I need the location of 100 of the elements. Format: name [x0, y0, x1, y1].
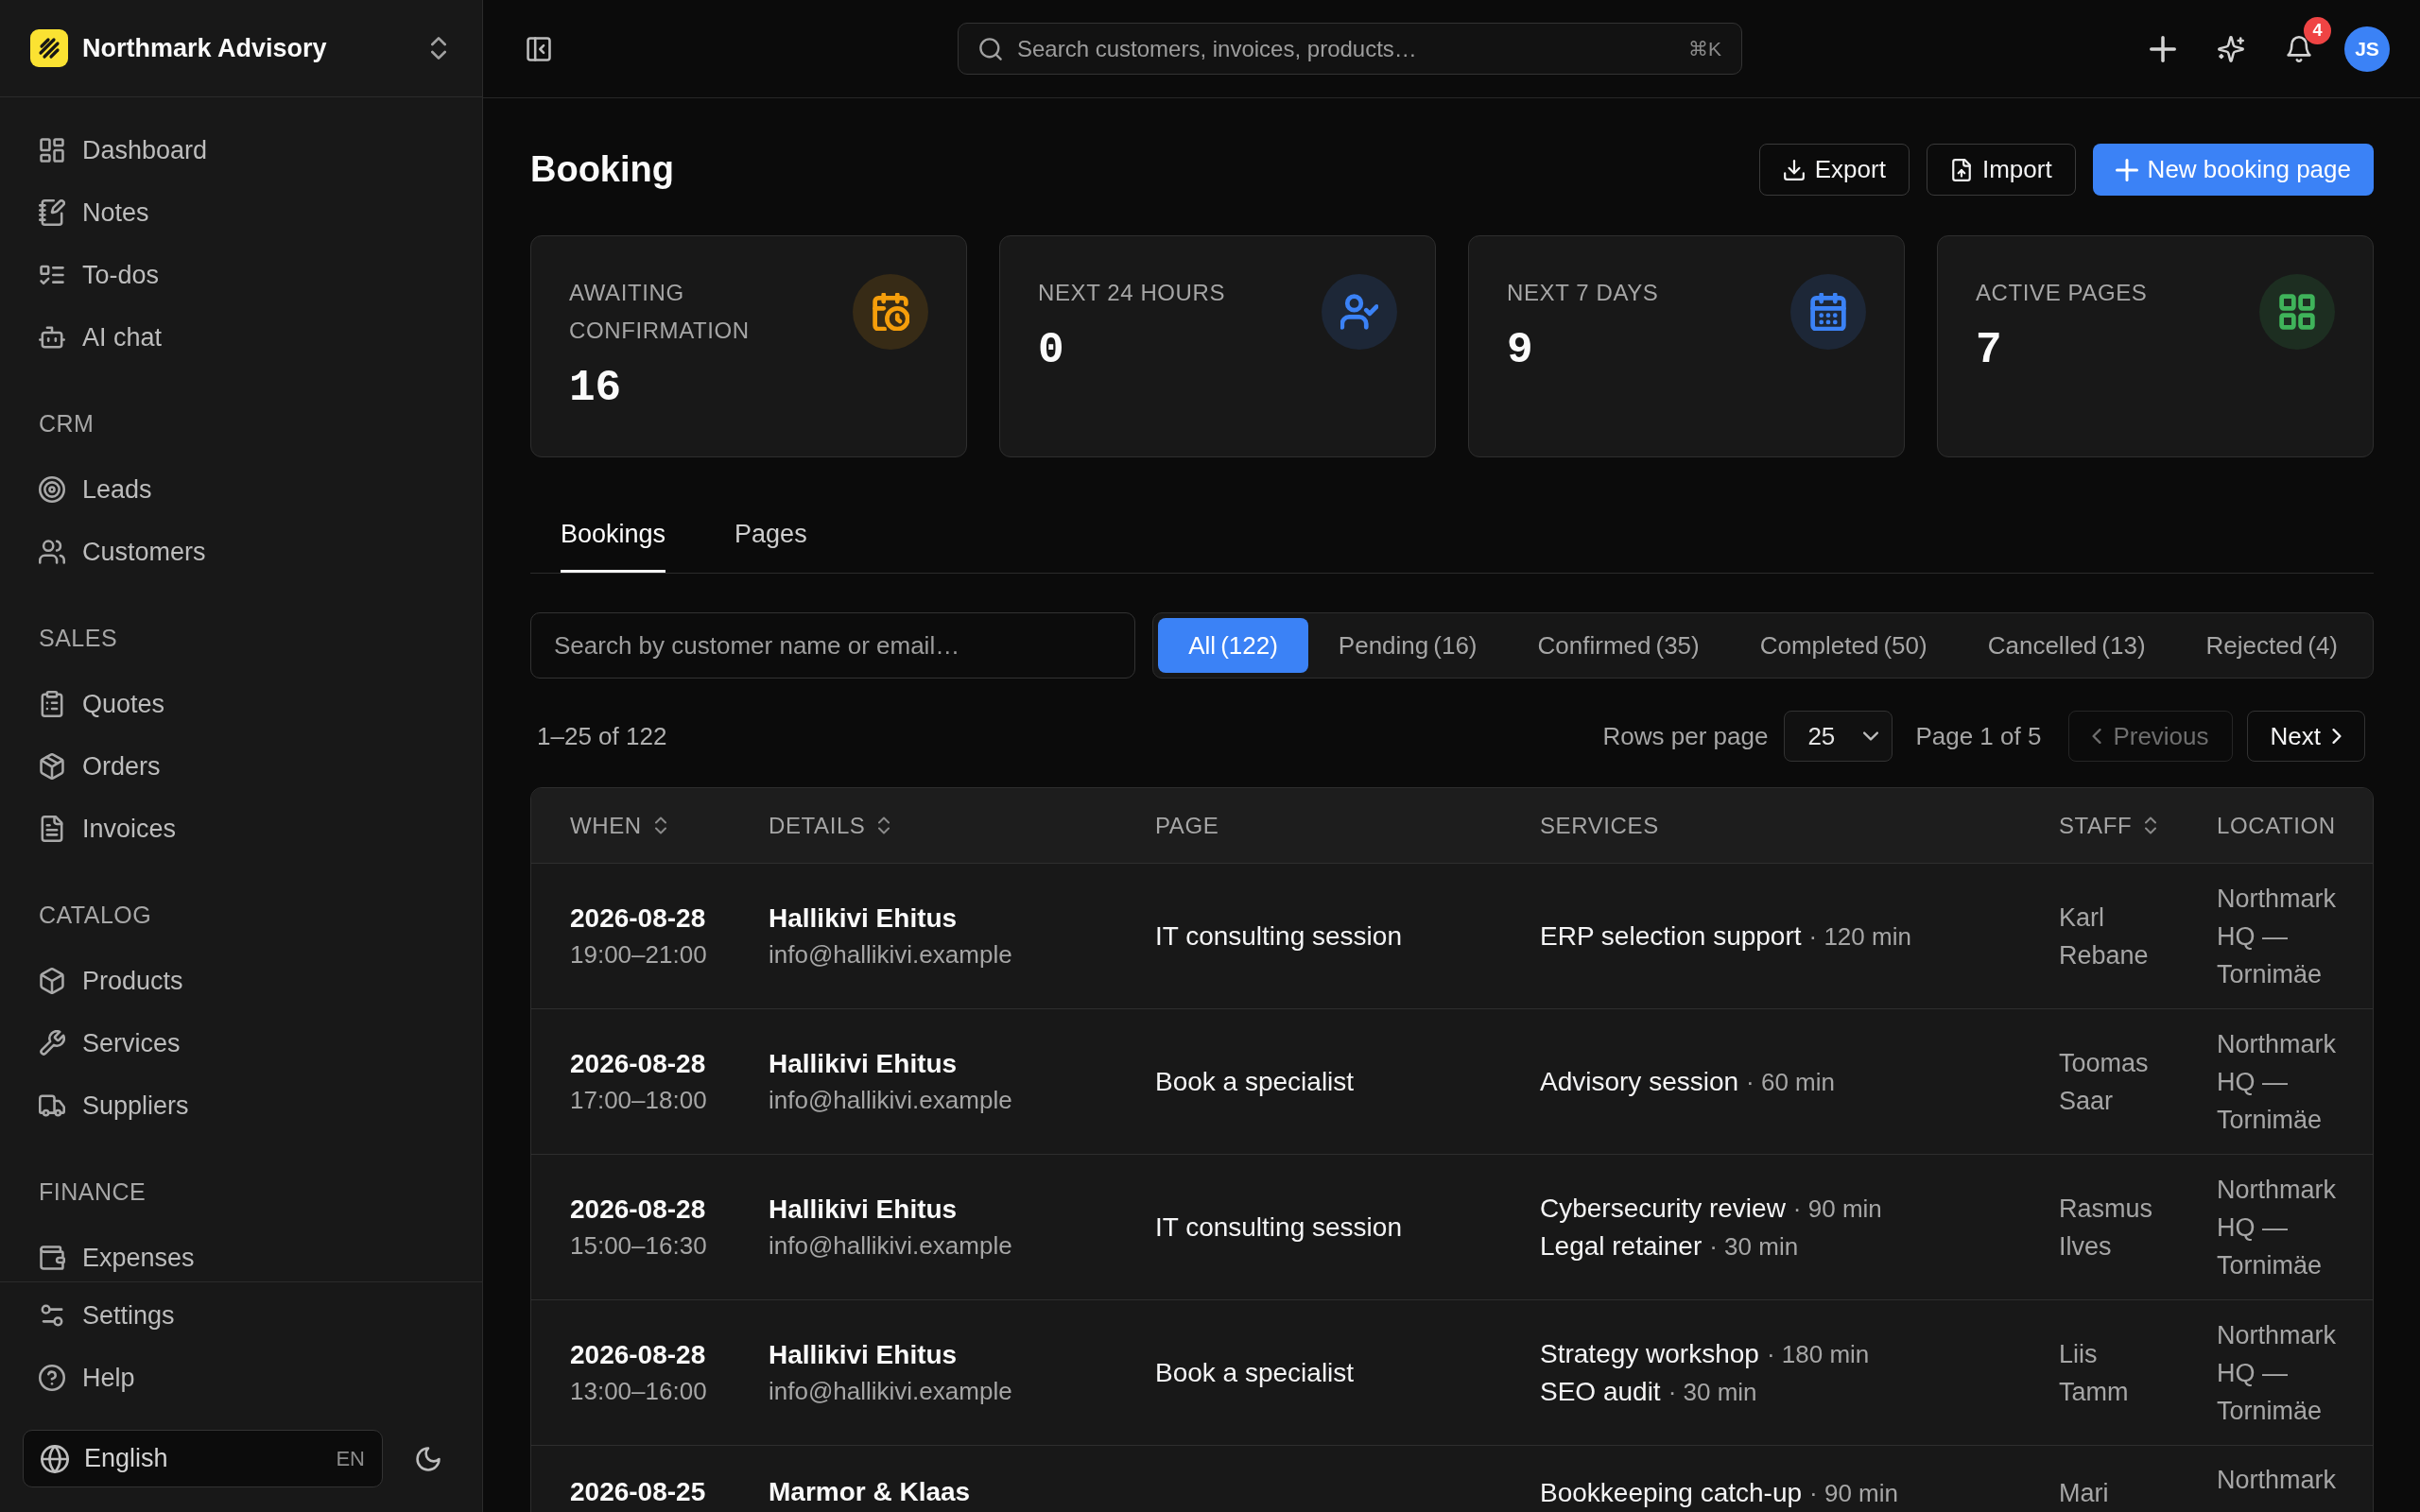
customer-search-field[interactable]: Search by customer name or email… [530, 612, 1136, 679]
target-icon [39, 476, 65, 503]
staff-name: Karl Rebane [2059, 902, 2150, 971]
sidebar-item[interactable]: Customers [15, 528, 467, 576]
import-button[interactable]: Import [1926, 144, 2076, 196]
sidebar-item[interactable]: Help [15, 1354, 467, 1401]
booking-page-name: IT consulting session [1155, 919, 1402, 953]
status-filter-tab[interactable]: Confirmed (35) [1507, 618, 1730, 673]
export-button[interactable]: Export [1758, 144, 1910, 196]
sidebar-item[interactable]: Services [15, 1020, 467, 1067]
booking-time: 15:00–16:30 [570, 1229, 707, 1262]
next-button[interactable]: Next [2246, 711, 2365, 762]
status-filter-tab[interactable]: Completed (50) [1729, 618, 1958, 673]
location-text: Northmark [2217, 1465, 2337, 1496]
status-filter-tab[interactable]: Pending (16) [1307, 618, 1508, 673]
sidebar-item[interactable]: Quotes [15, 680, 467, 728]
booking-date: 2026-08-28 [570, 1193, 706, 1226]
search-icon [978, 37, 1003, 61]
service-name: SEO audit [1540, 1375, 1661, 1408]
staff-name: Rasmus Ilves [2059, 1193, 2154, 1263]
stat-label: NEXT 24 HOURS [1038, 279, 1226, 307]
stat-label: ACTIVE PAGES [1976, 279, 2148, 307]
plus-icon [2115, 158, 2138, 181]
staff-name: Toomas Saar [2059, 1047, 2150, 1117]
users-icon [39, 539, 65, 565]
page-indicator: Page 1 of 5 [1915, 721, 2042, 751]
chevron-right-icon [2332, 729, 2342, 744]
sidebar-item[interactable]: Suppliers [15, 1082, 467, 1129]
page-title: Booking [530, 149, 674, 190]
rows-per-page-select[interactable]: 25 [1784, 711, 1893, 762]
language-select[interactable]: English EN [23, 1430, 383, 1487]
staff-name: Mari [2059, 1478, 2109, 1509]
stat-value: 0 [1038, 325, 1064, 377]
sidebar-item[interactable]: Leads [15, 466, 467, 513]
service-name: ERP selection support [1540, 919, 1802, 953]
customer-name: Hallikivi Ehitus [769, 1338, 958, 1371]
sidebar-item[interactable]: AI chat [15, 314, 467, 361]
stat-label: NEXT 7 DAYS [1507, 279, 1659, 307]
customer-name: Hallikivi Ehitus [769, 1047, 958, 1080]
service-duration: · 30 min [1668, 1376, 1757, 1408]
results-count: 1–25 of 122 [537, 721, 668, 751]
user-avatar[interactable]: JS [2344, 26, 2390, 72]
sidebar-item[interactable]: Orders [15, 743, 467, 790]
sidebar-panel-icon [526, 35, 552, 62]
booking-time: 13:00–16:00 [570, 1375, 707, 1407]
service-name: Advisory session [1540, 1065, 1739, 1098]
robot-icon [39, 324, 65, 351]
service-name: Bookkeeping catch-up [1540, 1477, 1803, 1509]
location-text: Northmark HQ — Tornimäe [2217, 1174, 2338, 1281]
column-header[interactable]: WHEN [570, 812, 666, 839]
service-duration: · 90 min [1809, 1478, 1898, 1509]
stat-value: 7 [1976, 325, 2002, 377]
booking-date: 2026-08-28 [570, 902, 706, 935]
sidebar-item[interactable]: Products [15, 957, 467, 1005]
location-text: Northmark HQ — Tornimäe [2217, 1319, 2338, 1427]
status-filter-tab[interactable]: All (122) [1158, 618, 1308, 673]
sidebar-item[interactable]: Notes [15, 189, 467, 236]
booking-page-name: IT consulting session [1155, 1211, 1402, 1244]
sort-icon [2145, 816, 2157, 834]
shortcut-hint: ⌘K [1688, 37, 1721, 60]
column-header[interactable]: STAFF [2059, 812, 2157, 839]
workspace-switcher[interactable]: Northmark Advisory [0, 0, 482, 97]
sidebar-item[interactable]: Expenses [15, 1234, 467, 1281]
chevron-down-icon [1863, 731, 1879, 741]
moon-icon [415, 1445, 441, 1472]
sidebar-item[interactable]: Invoices [15, 805, 467, 852]
section-heading: FINANCE [38, 1177, 147, 1207]
staff-name: Liis Tamm [2059, 1338, 2130, 1408]
status-filter-tab[interactable]: Rejected (4) [2175, 618, 2368, 673]
column-header: SERVICES [1540, 812, 1659, 839]
plus-icon [2150, 35, 2176, 62]
new-booking-page-button[interactable]: New booking page [2092, 144, 2374, 196]
service-duration: · 120 min [1808, 920, 1911, 953]
service-name: Strategy workshop [1540, 1337, 1759, 1370]
column-header[interactable]: DETAILS [769, 812, 890, 839]
sidebar-item[interactable]: Settings [15, 1292, 467, 1339]
sparkles-icon [2218, 35, 2244, 62]
customer-email: info@hallikivi.example [769, 938, 1012, 971]
wallet-icon [39, 1245, 65, 1271]
help-icon [39, 1365, 65, 1391]
booking-date: 2026-08-28 [570, 1047, 706, 1080]
tab[interactable]: Bookings [561, 508, 666, 573]
chevrons-up-down-icon [431, 36, 446, 60]
customer-name: Marmor & Klaas [769, 1476, 971, 1508]
truck-icon [39, 1092, 65, 1119]
customer-name: Hallikivi Ehitus [769, 1193, 958, 1226]
column-header: PAGE [1155, 812, 1219, 839]
status-filter-tab[interactable]: Cancelled (13) [1957, 618, 2176, 673]
customer-email: info@hallikivi.example [769, 1084, 1012, 1116]
service-duration: · 60 min [1746, 1066, 1835, 1098]
service-duration: · 180 min [1766, 1338, 1870, 1370]
sidebar-item[interactable]: Dashboard [15, 127, 467, 174]
package-icon [39, 753, 65, 780]
rows-per-page-label: Rows per page [1602, 721, 1769, 751]
service-name: Cybersecurity review [1540, 1192, 1786, 1225]
section-heading: CATALOG [38, 901, 153, 930]
document-icon [39, 816, 65, 842]
sidebar-item[interactable]: To-dos [15, 251, 467, 299]
tab[interactable]: Pages [735, 508, 807, 573]
stat-value: 9 [1507, 325, 1533, 377]
